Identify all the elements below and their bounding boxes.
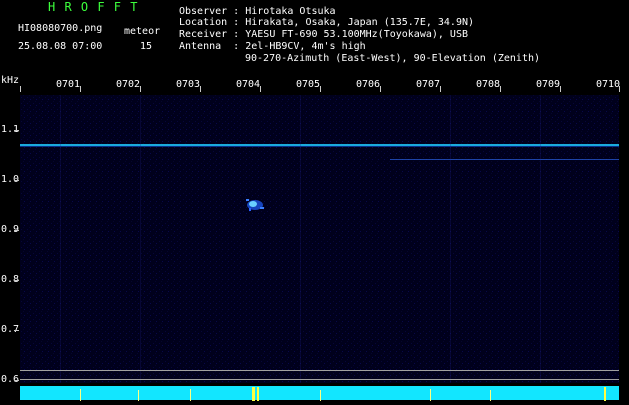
carrier-line <box>20 144 619 146</box>
x-tick-mark <box>560 86 561 92</box>
secondary-line <box>390 159 619 160</box>
noise-background <box>20 95 619 383</box>
spectrogram-canvas <box>20 95 619 383</box>
antenna-orientation: 90-270-Azimuth (East-West), 90-Elevation… <box>245 53 541 64</box>
x-tick-mark <box>500 86 501 92</box>
x-tick-label: 0702 <box>116 79 141 90</box>
observer-label: Observer : <box>179 6 246 17</box>
app-title: H R O F F T <box>48 0 139 14</box>
x-tick-mark <box>80 86 81 92</box>
x-tick-mark <box>380 86 381 92</box>
antenna-value: 2el-HB9CV, 4m's high <box>245 41 366 52</box>
receiver-label: Receiver : <box>179 29 246 40</box>
meteor-count: 15 <box>140 41 153 52</box>
x-tick-mark <box>140 86 141 92</box>
x-tick-label: 0703 <box>176 79 201 90</box>
location-value: Hirakata, Osaka, Japan (135.7E, 34.9N) <box>245 17 475 28</box>
carrier-line-shadow <box>20 146 619 147</box>
y-tick-mark <box>14 380 19 381</box>
antenna-label: Antenna : <box>179 41 246 52</box>
y-tick-mark <box>14 280 19 281</box>
y-tick-mark <box>14 330 19 331</box>
meteor-label: meteor <box>124 26 161 37</box>
x-tick-mark <box>320 86 321 92</box>
observer-value: Hirotaka Otsuka <box>245 6 336 17</box>
signal-level-markers <box>80 387 606 401</box>
x-tick-mark <box>440 86 441 92</box>
x-tick-mark <box>200 86 201 92</box>
y-tick-mark <box>14 230 19 231</box>
y-tick-mark <box>14 130 19 131</box>
image-filename: HI08080700.png <box>18 23 103 34</box>
x-tick-label: 0705 <box>296 79 321 90</box>
y-tick-mark <box>14 180 19 181</box>
x-tick-label: 0708 <box>476 79 501 90</box>
y-axis-unit: kHz <box>1 75 20 86</box>
x-tick-label: 0707 <box>416 79 441 90</box>
reference-line-upper <box>20 370 619 371</box>
spectrogram-plot <box>20 95 619 383</box>
location-row: Location : Hirakata, Osaka, Japan (135.7… <box>179 17 474 28</box>
location-label: Location : <box>179 17 246 28</box>
x-tick-label: 0709 <box>536 79 561 90</box>
x-tick-label: 0706 <box>356 79 381 90</box>
x-tick-label: 0701 <box>56 79 81 90</box>
x-tick-label: 0704 <box>236 79 261 90</box>
signal-level-bar <box>20 386 619 401</box>
observer-row: Observer : Hirotaka Otsuka <box>179 6 336 17</box>
x-tick-label: 0710 <box>596 79 621 90</box>
x-tick-mark <box>619 86 620 92</box>
x-tick-mark <box>260 86 261 92</box>
receiver-value: YAESU FT-690 53.100MHz(Toyokawa), USB <box>245 29 468 40</box>
receiver-row: Receiver : YAESU FT-690 53.100MHz(Toyoka… <box>179 29 468 40</box>
reference-line-lower <box>20 379 619 380</box>
antenna-row: Antenna : 2el-HB9CV, 4m's high <box>179 41 366 52</box>
x-tick-mark <box>20 86 21 92</box>
observation-datetime: 25.08.08 07:00 <box>18 41 103 52</box>
